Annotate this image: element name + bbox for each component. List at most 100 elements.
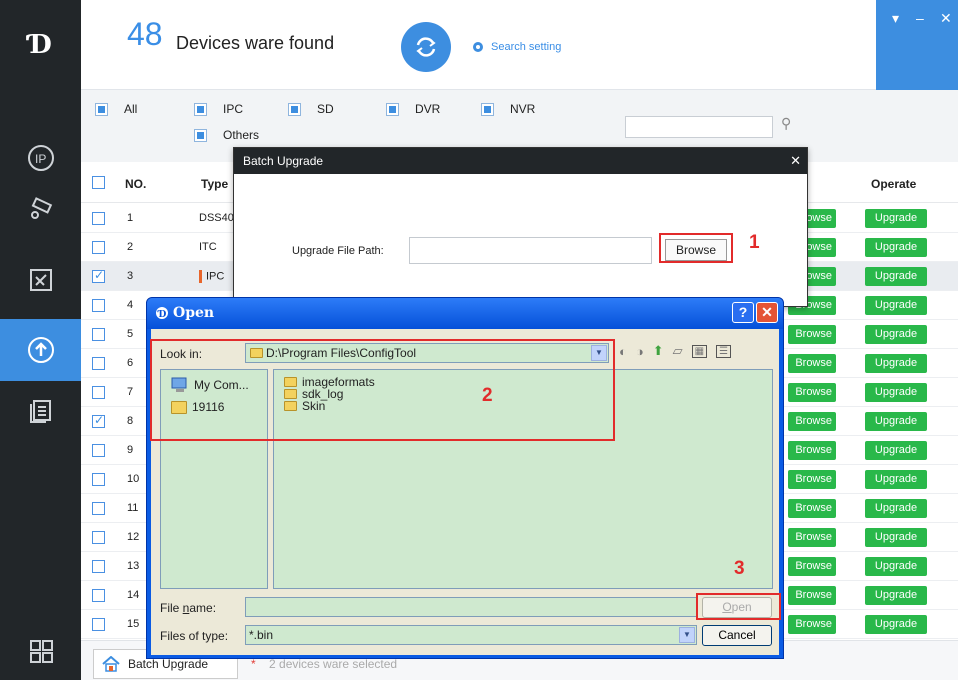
minimize-icon[interactable]: – [916, 10, 924, 26]
row-browse-button[interactable]: Browse [788, 615, 836, 634]
upgrade-path-input[interactable] [409, 237, 652, 264]
row-browse-button[interactable]: Browse [788, 528, 836, 547]
search-icon[interactable]: ⚲ [781, 115, 791, 132]
row-browse-button[interactable]: Browse [788, 383, 836, 402]
nvr-checkbox[interactable] [481, 102, 494, 116]
close-icon[interactable]: ✕ [756, 302, 778, 323]
row-checkbox[interactable] [92, 618, 105, 631]
row-upgrade-button[interactable]: Upgrade [865, 528, 927, 547]
filter-dvr[interactable]: DVR [386, 102, 440, 116]
row-checkbox[interactable] [92, 589, 105, 602]
row-browse-button[interactable]: Browse [788, 354, 836, 373]
row-upgrade-button[interactable]: Upgrade [865, 412, 927, 431]
file-name-input[interactable] [245, 597, 697, 617]
row-upgrade-button[interactable]: Upgrade [865, 325, 927, 344]
row-checkbox[interactable] [92, 386, 105, 399]
row-checkbox[interactable] [92, 328, 105, 341]
refresh-icon [416, 37, 436, 57]
sd-checkbox[interactable] [288, 102, 301, 116]
search-setting-link[interactable]: Search setting [471, 40, 561, 54]
window-controls: ▾ – ✕ [876, 0, 958, 90]
row-upgrade-button[interactable]: Upgrade [865, 586, 927, 605]
filter-others[interactable]: Others [194, 128, 259, 142]
row-browse-button[interactable]: Browse [788, 441, 836, 460]
row-upgrade-button[interactable]: Upgrade [865, 499, 927, 518]
apps-nav[interactable] [0, 620, 81, 682]
close-icon[interactable]: ✕ [940, 10, 952, 27]
camera-config-nav[interactable] [0, 177, 81, 239]
filter-sd[interactable]: SD [288, 102, 334, 116]
app-small-icon: Ɗ [156, 307, 168, 320]
row-checkbox[interactable] [92, 212, 105, 225]
dropdown-icon[interactable]: ▾ [892, 10, 899, 27]
row-checkbox[interactable] [92, 357, 105, 370]
files-of-type-select[interactable]: *.bin ▼ [245, 625, 697, 645]
upgrade-path-label: Upgrade File Path: [292, 245, 384, 257]
row-browse-button[interactable]: Browse [788, 470, 836, 489]
row-upgrade-button[interactable]: Upgrade [865, 296, 927, 315]
filter-all[interactable]: All [95, 102, 137, 116]
row-browse-button[interactable]: Browse [788, 325, 836, 344]
refresh-button[interactable] [401, 22, 451, 72]
chevron-down-icon[interactable]: ▼ [679, 627, 695, 643]
row-browse-button[interactable]: Browse [788, 499, 836, 518]
row-number: 15 [127, 618, 140, 630]
view-menu-icon[interactable]: ▦ [691, 344, 708, 358]
row-type: IPC [206, 270, 225, 283]
row-upgrade-button[interactable]: Upgrade [865, 470, 927, 489]
row-upgrade-button[interactable]: Upgrade [865, 557, 927, 576]
upgrade-nav[interactable] [0, 319, 81, 381]
system-settings-nav[interactable] [0, 249, 81, 311]
row-number: 14 [127, 589, 140, 601]
help-icon[interactable]: ? [732, 302, 754, 323]
documents-nav[interactable] [0, 379, 81, 441]
col-type: Type [201, 177, 229, 191]
row-upgrade-button[interactable]: Upgrade [865, 441, 927, 460]
close-icon[interactable]: ✕ [790, 148, 801, 174]
row-checkbox[interactable] [92, 268, 105, 283]
filter-all-label: All [124, 102, 138, 116]
row-checkbox[interactable] [92, 473, 105, 486]
row-checkbox[interactable] [92, 444, 105, 457]
row-upgrade-button[interactable]: Upgrade [865, 383, 927, 402]
open-dialog-toolbar: ◐ ◑ ⬆ ▱ ▦ ☰ [619, 343, 732, 359]
row-browse-button[interactable]: Browse [788, 586, 836, 605]
sidebar: Ɗ IP [0, 0, 81, 680]
row-upgrade-button[interactable]: Upgrade [865, 267, 927, 286]
row-browse-button[interactable]: Browse [788, 557, 836, 576]
new-folder-icon[interactable]: ▱ [673, 343, 683, 359]
select-all-checkbox[interactable] [92, 176, 105, 189]
row-checkbox[interactable] [92, 531, 105, 544]
row-checkbox[interactable] [92, 299, 105, 312]
devices-found-label: Devices ware found [176, 33, 335, 53]
row-upgrade-button[interactable]: Upgrade [865, 209, 927, 228]
document-icon [29, 400, 51, 423]
row-browse-button[interactable]: Browse [788, 412, 836, 431]
ipc-checkbox[interactable] [194, 102, 207, 116]
back-icon[interactable]: ◐ [619, 344, 627, 359]
batch-upgrade-dialog: Batch Upgrade ✕ Upgrade File Path: Brows… [233, 147, 808, 307]
forward-icon[interactable]: ◑ [636, 344, 644, 359]
details-view-icon[interactable]: ☰ [716, 344, 732, 358]
others-checkbox[interactable] [194, 128, 207, 142]
row-checkbox[interactable] [92, 413, 105, 428]
annotation-number-1: 1 [749, 232, 760, 253]
dvr-checkbox[interactable] [386, 102, 399, 116]
all-checkbox[interactable] [95, 102, 108, 116]
filter-ipc[interactable]: IPC [194, 102, 243, 116]
up-folder-icon[interactable]: ⬆ [653, 343, 664, 359]
row-checkbox[interactable] [92, 241, 105, 254]
batch-dialog-title: Batch Upgrade [243, 154, 324, 168]
annotation-number-2: 2 [482, 385, 493, 406]
row-checkbox[interactable] [92, 560, 105, 573]
row-upgrade-button[interactable]: Upgrade [865, 354, 927, 373]
annotation-box-3 [696, 593, 781, 620]
filter-nvr[interactable]: NVR [481, 102, 535, 116]
row-checkbox[interactable] [92, 502, 105, 515]
row-upgrade-button[interactable]: Upgrade [865, 615, 927, 634]
row-number: 6 [127, 357, 134, 369]
cancel-button[interactable]: Cancel [702, 625, 772, 646]
annotation-number-3: 3 [734, 558, 745, 579]
row-upgrade-button[interactable]: Upgrade [865, 238, 927, 257]
device-search-input[interactable] [625, 116, 773, 138]
